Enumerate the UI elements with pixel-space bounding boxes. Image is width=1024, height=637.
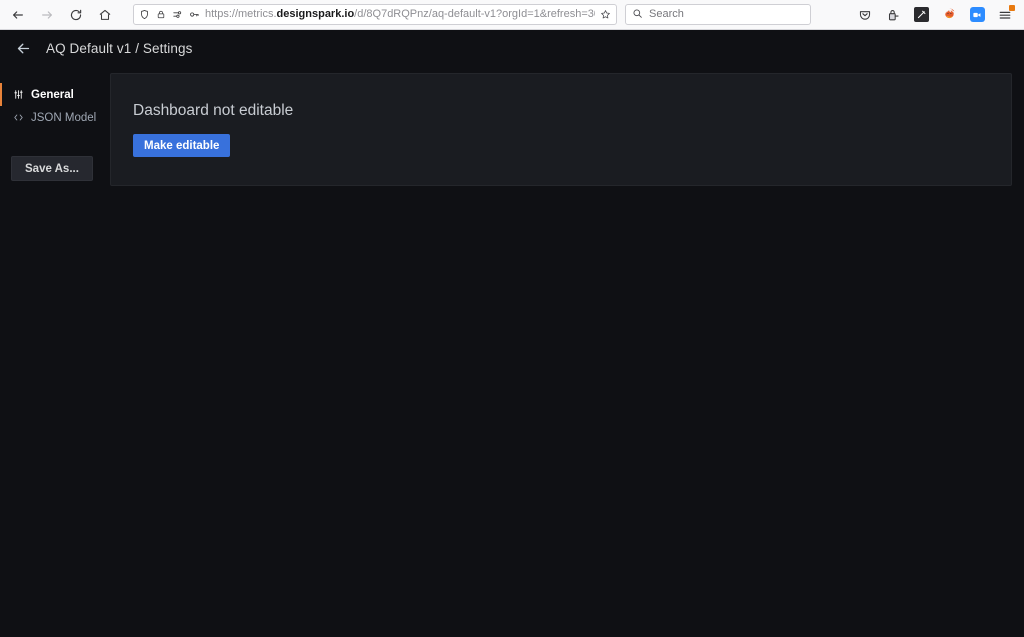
- reload-button[interactable]: [62, 2, 90, 28]
- settings-panel: Dashboard not editable Make editable: [110, 73, 1012, 186]
- star-icon[interactable]: [600, 9, 611, 20]
- update-badge: [1009, 4, 1015, 11]
- pocket-icon[interactable]: [854, 4, 876, 26]
- settings-header: AQ Default v1 / Settings: [0, 30, 1024, 66]
- save-as-button[interactable]: Save As...: [11, 156, 93, 181]
- sliders-icon: [13, 89, 24, 100]
- extension-lock-icon[interactable]: [882, 4, 904, 26]
- urlbar-identity-icons: [139, 9, 200, 20]
- browser-extension-icons: [854, 4, 1020, 26]
- browser-toolbar: https://metrics.designspark.io/d/8Q7dRQP…: [0, 0, 1024, 30]
- browser-search-bar[interactable]: Search: [625, 4, 811, 25]
- firefox-account-icon[interactable]: [938, 4, 960, 26]
- zoom-meeting-icon[interactable]: [966, 4, 988, 26]
- url-text[interactable]: https://metrics.designspark.io/d/8Q7dRQP…: [205, 5, 595, 24]
- url-bar[interactable]: https://metrics.designspark.io/d/8Q7dRQP…: [133, 4, 617, 25]
- key-icon[interactable]: [189, 9, 200, 20]
- search-placeholder: Search: [649, 8, 684, 20]
- home-button[interactable]: [91, 2, 119, 28]
- search-icon: [632, 6, 643, 24]
- make-editable-button[interactable]: Make editable: [133, 134, 231, 157]
- settings-sidebar: General JSON Model Save As...: [0, 73, 110, 181]
- page-title: AQ Default v1 / Settings: [46, 40, 193, 56]
- browser-nav-buttons: [4, 2, 119, 28]
- panel-heading: Dashboard not editable: [133, 102, 294, 119]
- lock-icon[interactable]: [156, 9, 166, 20]
- sidebar-item-general[interactable]: General: [0, 83, 110, 106]
- nimbus-screenshot-icon[interactable]: [910, 4, 932, 26]
- arrow-left-icon[interactable]: [12, 37, 34, 59]
- forward-button[interactable]: [33, 2, 61, 28]
- sidebar-item-json-model[interactable]: JSON Model: [0, 106, 110, 129]
- nimbus-glyph: [913, 7, 929, 22]
- save-as-wrapper: Save As...: [0, 129, 110, 181]
- permissions-icon[interactable]: [172, 9, 183, 20]
- zoom-glyph: [969, 7, 985, 22]
- code-brackets-icon: [13, 112, 24, 123]
- app-menu-icon[interactable]: [994, 4, 1016, 26]
- sidebar-item-json-model-label: JSON Model: [31, 111, 97, 124]
- shield-icon[interactable]: [139, 9, 150, 20]
- back-button[interactable]: [4, 2, 32, 28]
- grafana-app: AQ Default v1 / Settings General JSON Mo…: [0, 30, 1024, 637]
- sidebar-item-general-label: General: [31, 88, 74, 101]
- firefox-glyph: [942, 7, 957, 22]
- settings-body: General JSON Model Save As... Dashboard …: [0, 66, 1024, 186]
